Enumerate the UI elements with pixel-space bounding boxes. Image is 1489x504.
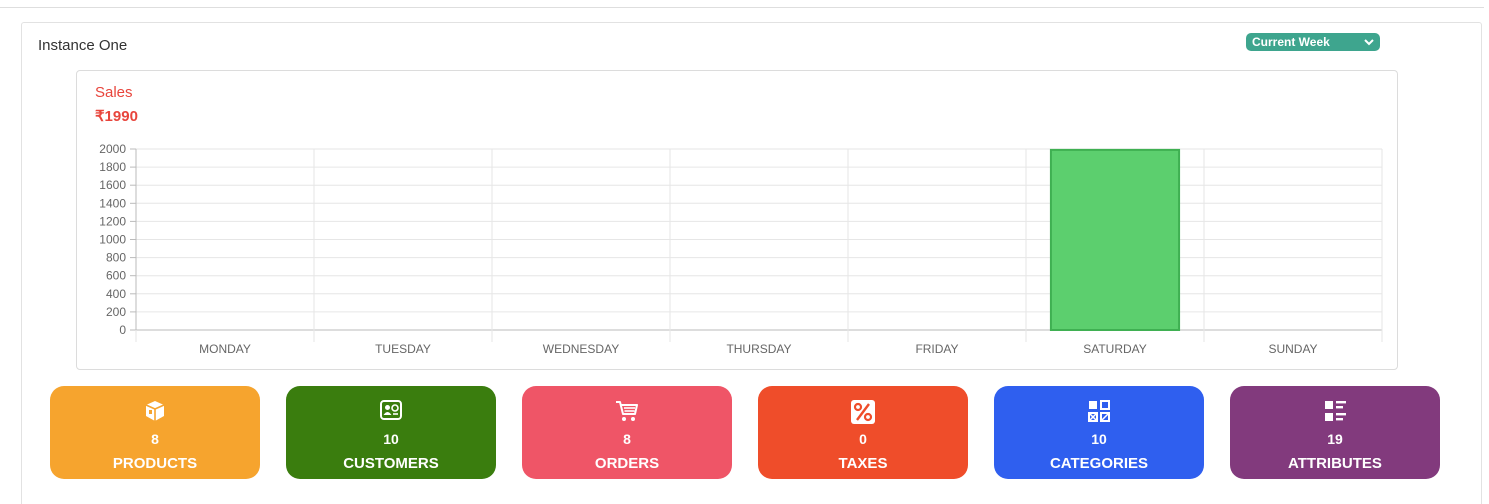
box-icon [50, 400, 260, 424]
bar-saturday [1049, 148, 1181, 332]
products-label: PRODUCTS [112, 455, 198, 472]
y-tick-label: 2000 [99, 142, 126, 156]
orders-label: ORDERS [594, 455, 660, 472]
instance-title: Instance One [38, 37, 128, 54]
y-tick-label: 1400 [99, 196, 126, 210]
x-tick-label: TUESDAY [375, 342, 431, 356]
contact-card-icon [286, 400, 496, 424]
y-tick-label: 1000 [99, 233, 126, 247]
taxes-label: TAXES [838, 455, 888, 472]
products-count: 8 [151, 431, 159, 447]
x-tick-label: FRIDAY [915, 342, 958, 356]
customers-card[interactable]: 10 CUSTOMERS [286, 386, 496, 479]
orders-card[interactable]: 8 ORDERS [522, 386, 732, 479]
y-tick-label: 0 [119, 323, 126, 337]
taxes-card[interactable]: 0 TAXES [758, 386, 968, 479]
y-tick-label: 400 [106, 287, 126, 301]
customers-count: 10 [383, 431, 399, 447]
chevron-down-icon [1362, 35, 1376, 49]
x-tick-label: THURSDAY [726, 342, 791, 356]
attributes-card[interactable]: 19 ATTRIBUTES [1230, 386, 1440, 479]
grid-icon [994, 400, 1204, 424]
period-select[interactable]: Current Week [1246, 33, 1380, 51]
orders-count: 8 [623, 431, 631, 447]
categories-label: CATEGORIES [1049, 455, 1149, 472]
sales-label: Sales [95, 84, 133, 101]
y-tick-label: 1800 [99, 160, 126, 174]
percent-icon [758, 400, 968, 424]
cart-icon [522, 400, 732, 424]
categories-count: 10 [1091, 431, 1107, 447]
y-tick-label: 800 [106, 251, 126, 265]
attributes-label: ATTRIBUTES [1288, 455, 1382, 472]
list-icon [1230, 400, 1440, 424]
categories-card[interactable]: 10 CATEGORIES [994, 386, 1204, 479]
products-card[interactable]: 8 PRODUCTS [50, 386, 260, 479]
customers-label: CUSTOMERS [343, 455, 439, 472]
attributes-count: 19 [1327, 431, 1343, 447]
y-tick-label: 1200 [99, 214, 126, 228]
y-tick-label: 200 [106, 305, 126, 319]
taxes-count: 0 [859, 431, 867, 447]
x-tick-label: SUNDAY [1268, 342, 1317, 356]
x-tick-label: WEDNESDAY [543, 342, 619, 356]
sales-bar-chart: 0 200 400 600 800 1000 1200 1400 1600 1800 2000 MON… [99, 142, 1383, 356]
period-select-label: Current Week [1252, 35, 1330, 49]
sales-total: ₹1990 [95, 108, 138, 125]
top-divider [0, 7, 1484, 8]
y-tick-label: 1600 [99, 178, 126, 192]
y-tick-label: 600 [106, 269, 126, 283]
x-tick-label: SATURDAY [1083, 342, 1147, 356]
x-tick-label: MONDAY [199, 342, 251, 356]
